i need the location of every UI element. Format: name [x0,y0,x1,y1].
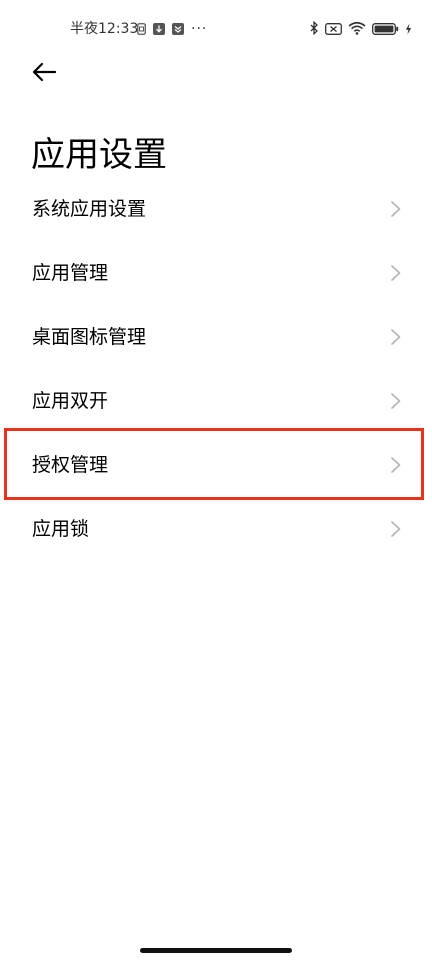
chevron-right-icon [391,329,401,345]
battery-icon [372,20,399,39]
menu-item-permission-management[interactable]: 授权管理 [0,433,432,497]
back-button[interactable] [28,58,60,90]
chevron-right-icon [391,457,401,473]
menu-item-app-lock[interactable]: 应用锁 [0,497,432,561]
sim-card-icon [137,20,146,39]
settings-menu-list: 系统应用设置 应用管理 桌面图标管理 应用双开 授权管理 应用锁 [0,177,432,561]
status-right-icons [310,20,412,38]
menu-item-system-app-settings[interactable]: 系统应用设置 [0,177,432,241]
page-title: 应用设置 [31,134,167,175]
menu-item-label: 应用锁 [32,518,90,540]
menu-item-dual-apps[interactable]: 应用双开 [0,369,432,433]
download-icon [153,23,165,35]
charging-icon [405,20,412,39]
status-bar: 半夜12:33 ··· [0,0,432,58]
no-signal-icon [325,20,342,39]
menu-item-desktop-icon-management[interactable]: 桌面图标管理 [0,305,432,369]
bluetooth-icon [310,20,319,39]
menu-item-label: 桌面图标管理 [32,326,147,348]
status-time: 半夜12:33 [70,21,139,37]
menu-item-label: 系统应用设置 [32,198,147,220]
chevron-right-icon [391,393,401,409]
menu-item-label: 应用双开 [32,390,109,412]
home-indicator[interactable] [140,948,292,953]
back-arrow-icon [31,62,57,86]
wifi-icon [348,20,366,39]
more-dots-icon: ··· [191,21,208,37]
status-left-icons: ··· [137,20,207,38]
menu-item-label: 授权管理 [32,454,109,476]
notification-icon [172,23,184,35]
chevron-right-icon [391,265,401,281]
menu-item-app-management[interactable]: 应用管理 [0,241,432,305]
menu-item-label: 应用管理 [32,262,109,284]
chevron-right-icon [391,201,401,217]
chevron-right-icon [391,521,401,537]
